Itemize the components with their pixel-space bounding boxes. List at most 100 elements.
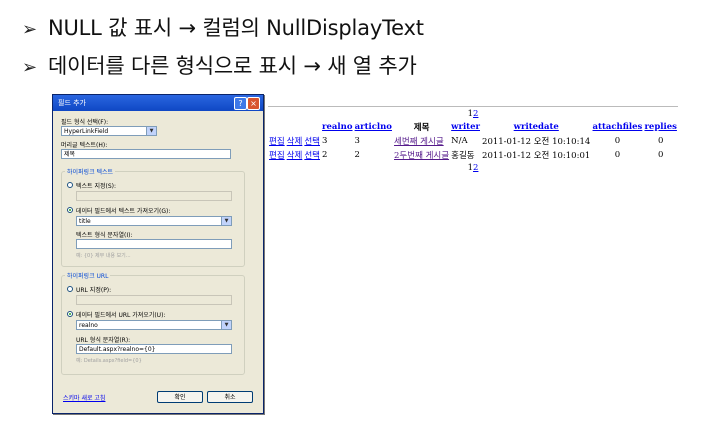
delete-link[interactable]: 삭제	[286, 148, 304, 162]
bullet-arrow-icon: ➢	[22, 19, 37, 40]
bullet-text-2: 데이터를 다른 형식으로 표시 → 새 열 추가	[48, 54, 417, 78]
specify-text-radio[interactable]	[67, 182, 73, 188]
edit-link[interactable]: 편집	[268, 148, 286, 162]
title-link[interactable]: 2두번째 게시글	[394, 151, 449, 161]
column-header-link[interactable]: articlno	[355, 122, 392, 132]
column-header-title: 제목	[413, 123, 430, 133]
specify-url-input[interactable]	[76, 295, 232, 305]
specify-url-radio[interactable]	[67, 286, 73, 292]
table-row: 편집 삭제 선택 3 3 세번째 게시글 N/A 2011-01-12 오전 1…	[268, 134, 678, 148]
ok-button[interactable]: 확인	[157, 391, 203, 403]
text-format-label: 텍스트 형식 문자열(I):	[76, 232, 133, 239]
hyperlink-text-group-title: 하이퍼링크 텍스트	[65, 167, 116, 176]
column-header-link[interactable]: writer	[451, 122, 480, 132]
cell-attachfiles: 0	[614, 150, 621, 160]
text-field-value: title	[79, 218, 91, 225]
url-format-value: Default.aspx?realno={0}	[79, 346, 156, 353]
pager: 12	[268, 162, 678, 174]
help-icon[interactable]: ?	[234, 97, 247, 110]
specify-text-label: 텍스트 지정(S):	[76, 183, 117, 190]
close-icon[interactable]: ×	[247, 97, 260, 110]
delete-link[interactable]: 삭제	[286, 134, 304, 148]
column-header-writer[interactable]: writer	[450, 120, 481, 134]
chevron-down-icon[interactable]: ▼	[146, 127, 156, 135]
pager-row-bottom: 12	[268, 162, 678, 174]
specify-url-label: URL 지정(P):	[76, 287, 112, 294]
edit-link-text[interactable]: 편집	[269, 151, 285, 161]
grid-top-rule	[268, 106, 678, 107]
delete-link-text[interactable]: 삭제	[287, 151, 303, 161]
action-header	[268, 120, 286, 134]
cell-replies: 0	[657, 150, 664, 160]
pager-row: 12	[268, 108, 678, 120]
bullet-line-1: ➢ NULL 값 표시 → 컬럼의 NullDisplayText	[22, 12, 424, 42]
pager-link[interactable]: 2	[473, 163, 478, 173]
title-link[interactable]: 세번째 게시글	[394, 137, 444, 147]
header-row: realno articlno 제목 writer writedate atta…	[268, 120, 678, 134]
from-field-url-radio[interactable]	[67, 311, 73, 317]
from-field-text-radio[interactable]	[67, 207, 73, 213]
field-type-select[interactable]: HyperLinkField ▼	[61, 126, 157, 136]
cell-articlno: 2	[354, 150, 360, 160]
chevron-down-icon[interactable]: ▼	[221, 217, 231, 225]
edit-link-text[interactable]: 편집	[269, 137, 285, 147]
select-link[interactable]: 선택	[303, 134, 321, 148]
field-type-label: 필드 형식 선택(F):	[61, 119, 109, 126]
field-type-value: HyperLinkField	[64, 128, 109, 135]
delete-link-text[interactable]: 삭제	[287, 137, 303, 147]
column-header-attachfiles[interactable]: attachfiles	[591, 120, 643, 134]
url-format-hint: 예: Details.aspx?field={0}	[76, 358, 142, 364]
cell-writedate: 2011-01-12 오전 10:10:14	[482, 137, 591, 147]
cell-writedate: 2011-01-12 오전 10:10:01	[482, 151, 591, 161]
bullet-line-2: ➢ 데이터를 다른 형식으로 표시 → 새 열 추가	[22, 50, 417, 80]
pager-link[interactable]: 2	[473, 109, 478, 119]
cancel-button[interactable]: 취소	[207, 391, 253, 403]
text-format-input[interactable]	[76, 239, 232, 249]
url-field-select[interactable]: realno ▼	[76, 320, 232, 330]
specify-text-input[interactable]	[76, 191, 232, 201]
chevron-down-icon[interactable]: ▼	[221, 321, 231, 329]
action-header	[303, 120, 321, 134]
action-header	[286, 120, 304, 134]
text-field-select[interactable]: title ▼	[76, 216, 232, 226]
header-text-value: 제목	[64, 151, 76, 158]
cell-attachfiles: 0	[614, 136, 621, 146]
select-link-text[interactable]: 선택	[304, 151, 320, 161]
edit-link[interactable]: 편집	[268, 134, 286, 148]
refresh-schema-link[interactable]: 스키마 새로 고침	[63, 393, 105, 402]
cell-realno: 2	[322, 150, 328, 160]
from-field-text-label: 데이터 필드에서 텍스트 가져오기(G):	[76, 208, 171, 215]
text-format-hint: 예: {0} 제부 내용 보기...	[76, 253, 131, 259]
cell-title[interactable]: 2두번째 게시글	[393, 148, 450, 162]
from-field-url-label: 데이터 필드에서 URL 가져오기(U):	[76, 312, 166, 319]
column-header-link[interactable]: attachfiles	[593, 122, 643, 132]
gridview: 12 realno articlno 제목 writer writedate a…	[268, 108, 678, 174]
select-link-text[interactable]: 선택	[304, 137, 320, 147]
column-header-writedate[interactable]: writedate	[481, 120, 591, 134]
cell-replies: 0	[657, 136, 664, 146]
column-header-articlno[interactable]: articlno	[354, 120, 393, 134]
column-header-link[interactable]: realno	[322, 122, 352, 132]
column-header-realno[interactable]: realno	[321, 120, 354, 134]
cell-title[interactable]: 세번째 게시글	[393, 134, 450, 148]
column-header-link[interactable]: writedate	[514, 122, 559, 132]
url-field-value: realno	[79, 322, 98, 329]
add-field-dialog: 필드 추가 ? × 필드 형식 선택(F): HyperLinkField ▼ …	[52, 94, 264, 414]
cell-realno: 3	[322, 136, 328, 146]
header-text-label: 머리글 텍스트(H):	[61, 142, 108, 149]
pager: 12	[268, 108, 678, 120]
table-row: 편집 삭제 선택 2 2 2두번째 게시글 홍길동 2011-01-12 오전 …	[268, 148, 678, 162]
bullet-arrow-icon: ➢	[22, 57, 37, 78]
column-header-link[interactable]: replies	[644, 122, 676, 132]
cell-writer: N/A	[451, 136, 468, 146]
url-format-input[interactable]: Default.aspx?realno={0}	[76, 344, 232, 354]
header-text-input[interactable]: 제목	[61, 149, 231, 159]
cell-articlno: 3	[354, 136, 360, 146]
column-header-replies[interactable]: replies	[643, 120, 678, 134]
dialog-title: 필드 추가	[58, 99, 86, 107]
select-link[interactable]: 선택	[303, 148, 321, 162]
url-format-label: URL 형식 문자열(R):	[76, 337, 131, 344]
dialog-titlebar: 필드 추가 ? ×	[53, 95, 263, 111]
cell-writer: 홍길동	[451, 151, 475, 161]
hyperlink-url-group-title: 하이퍼링크 URL	[65, 271, 111, 280]
